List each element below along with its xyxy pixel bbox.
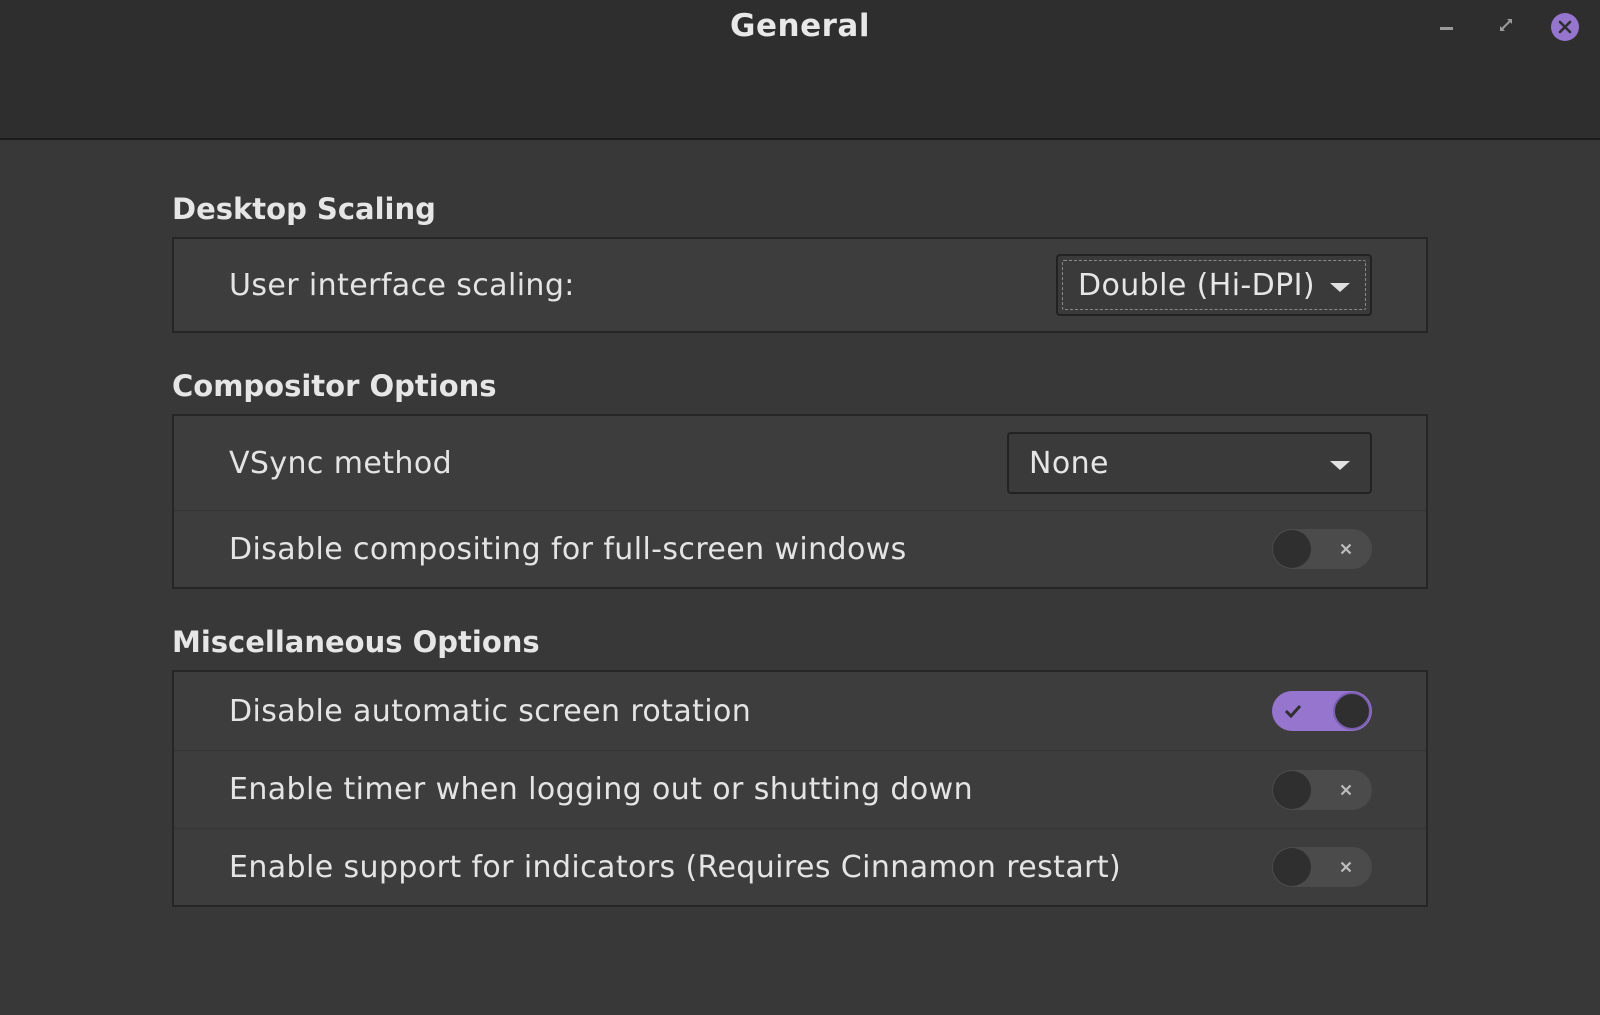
disable-compositing-row: Disable compositing for full-screen wind… (174, 510, 1426, 587)
close-button[interactable] (1550, 12, 1580, 42)
minimize-icon (1439, 25, 1453, 30)
title-bar: General (0, 0, 1600, 140)
disable-compositing-toggle[interactable] (1272, 529, 1372, 569)
minimize-button[interactable] (1431, 12, 1461, 42)
section-title-misc: Miscellaneous Options (172, 625, 540, 659)
vsync-row: VSync method None (174, 416, 1426, 510)
disable-rotation-label: Disable automatic screen rotation (229, 693, 752, 729)
indicators-toggle[interactable] (1272, 847, 1372, 887)
vsync-dropdown[interactable]: None (1007, 432, 1372, 494)
x-icon (1326, 770, 1366, 810)
section-title-compositor: Compositor Options (172, 369, 497, 403)
compositor-frame: VSync method None Disable compositing fo… (172, 414, 1428, 589)
logout-timer-row: Enable timer when logging out or shuttin… (174, 750, 1426, 828)
ui-scaling-row: User interface scaling: Double (Hi-DPI) (174, 239, 1426, 331)
toggle-knob (1333, 692, 1371, 730)
checkmark-icon (1273, 691, 1313, 731)
window-title: General (730, 8, 870, 44)
chevron-down-icon (1330, 461, 1350, 470)
maximize-button[interactable] (1491, 12, 1521, 42)
logout-timer-toggle[interactable] (1272, 769, 1372, 810)
maximize-icon (1498, 17, 1514, 37)
ui-scaling-dropdown[interactable]: Double (Hi-DPI) (1056, 254, 1372, 316)
disable-rotation-row: Disable automatic screen rotation (174, 672, 1426, 750)
toggle-knob (1273, 770, 1311, 809)
indicators-row: Enable support for indicators (Requires … (174, 828, 1426, 905)
ui-scaling-label: User interface scaling: (229, 267, 575, 303)
toggle-knob (1273, 530, 1311, 568)
indicators-label: Enable support for indicators (Requires … (229, 849, 1122, 885)
settings-content: Desktop Scaling User interface scaling: … (172, 140, 1428, 907)
logout-timer-label: Enable timer when logging out or shuttin… (229, 772, 973, 807)
toggle-knob (1273, 848, 1311, 886)
misc-frame: Disable automatic screen rotation Enable… (172, 670, 1428, 907)
vsync-label: VSync method (229, 445, 453, 481)
desktop-scaling-frame: User interface scaling: Double (Hi-DPI) (172, 237, 1428, 333)
x-icon (1326, 847, 1366, 887)
chevron-down-icon (1330, 283, 1350, 292)
disable-compositing-label: Disable compositing for full-screen wind… (229, 531, 907, 567)
ui-scaling-value: Double (Hi-DPI) (1078, 267, 1316, 303)
section-title-desktop-scaling: Desktop Scaling (172, 192, 436, 226)
vsync-value: None (1029, 445, 1109, 481)
disable-rotation-toggle[interactable] (1272, 691, 1372, 731)
close-icon (1551, 13, 1579, 41)
x-icon (1326, 529, 1366, 569)
